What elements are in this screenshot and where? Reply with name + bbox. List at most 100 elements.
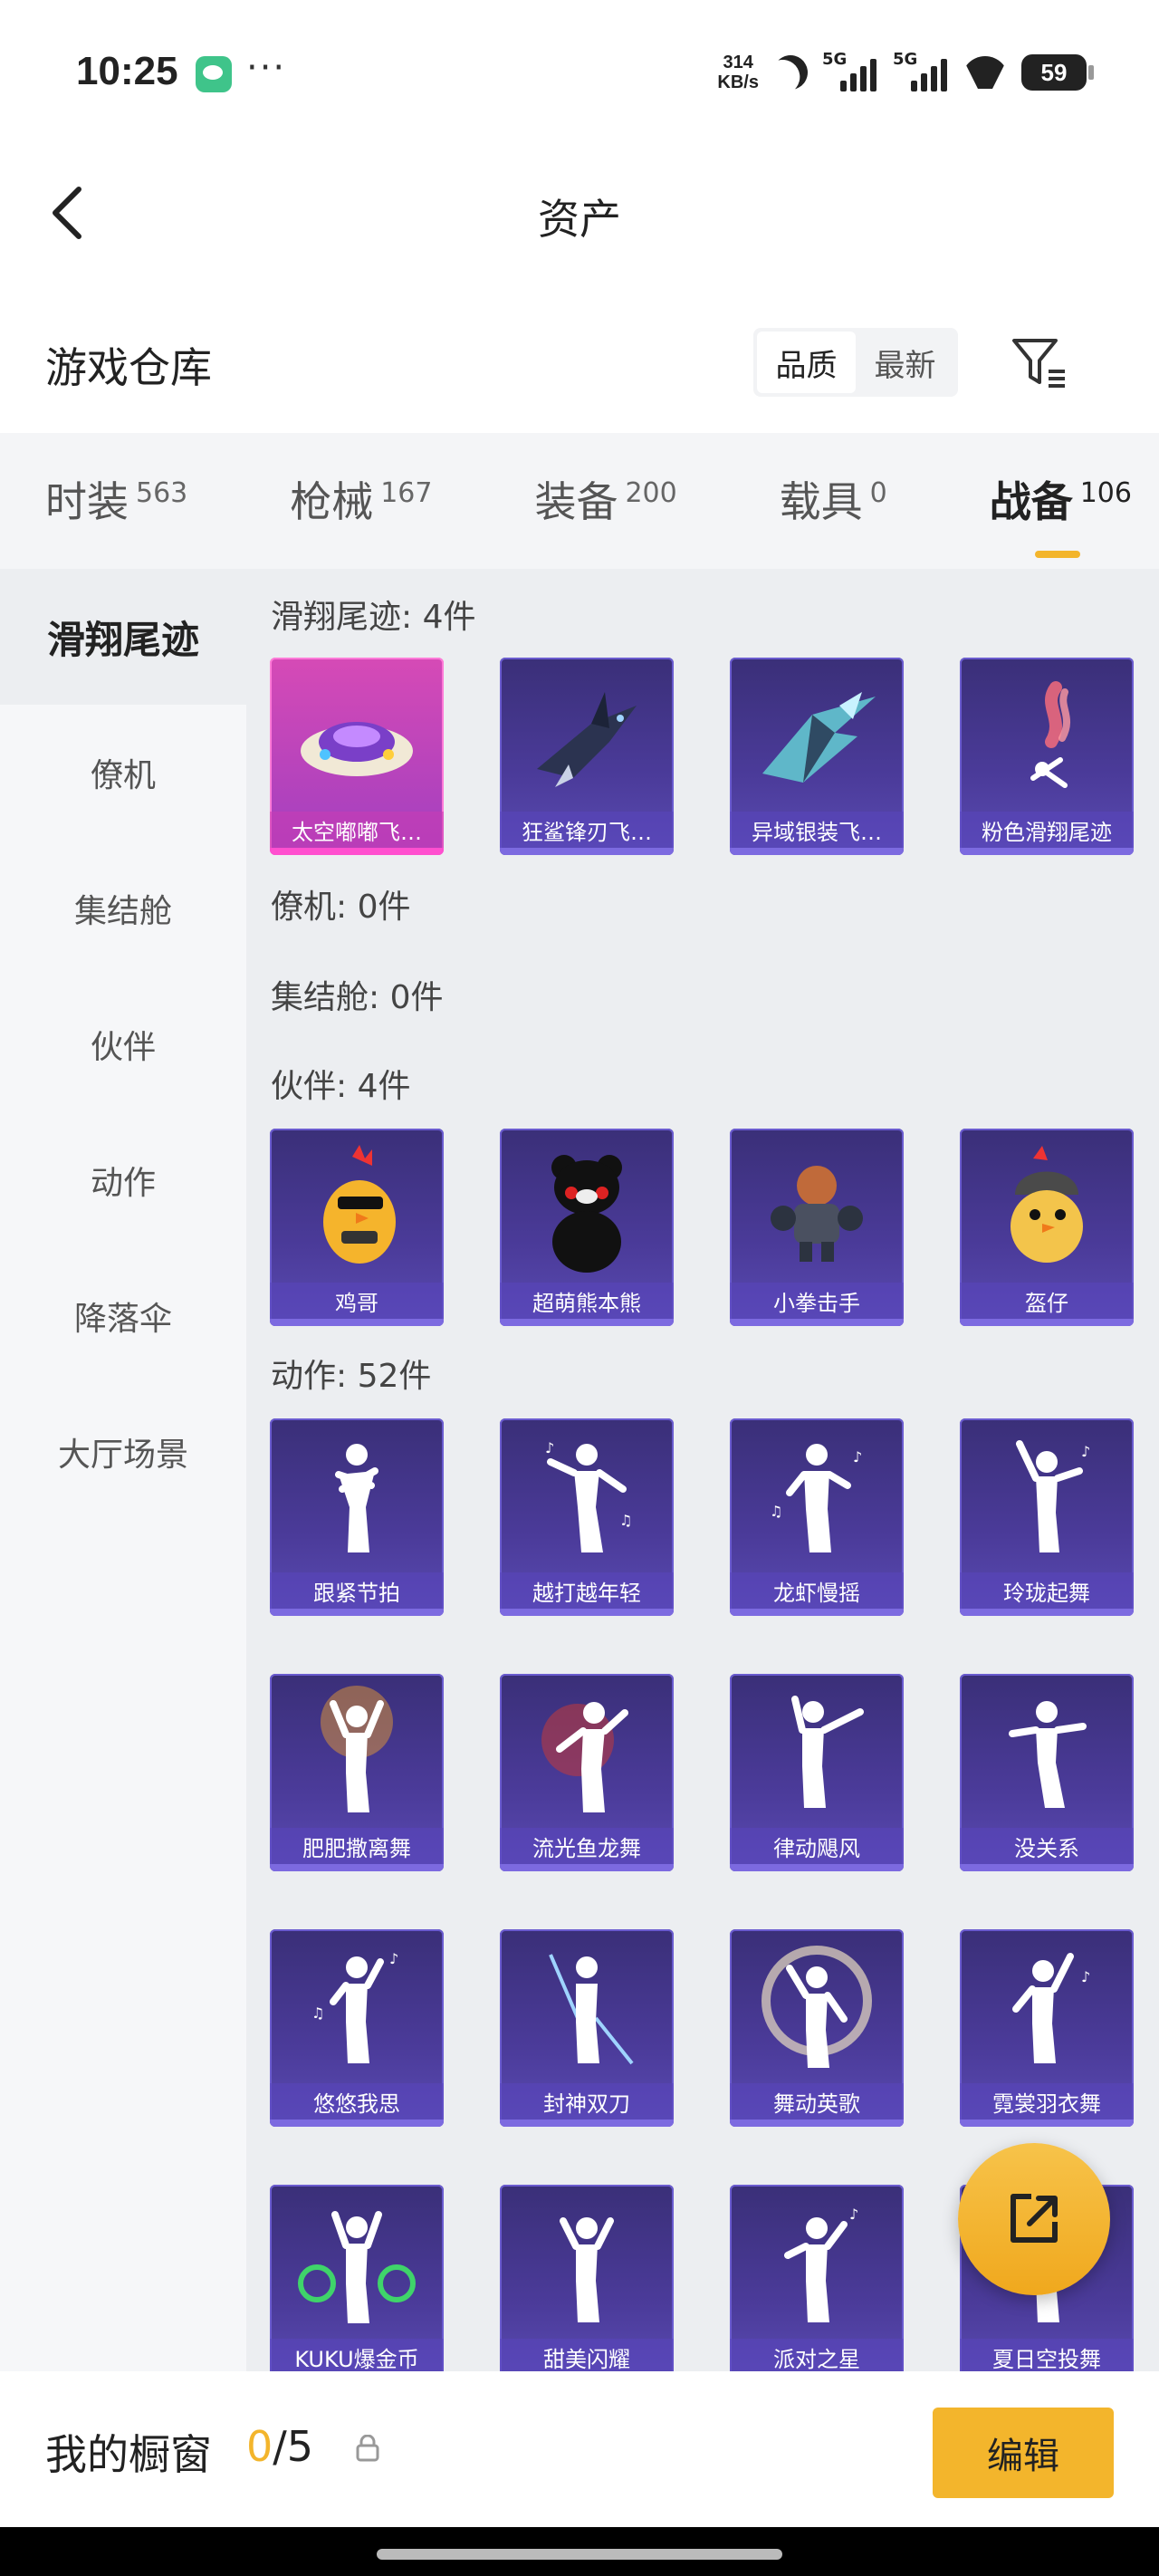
ufo-art [270,658,444,817]
chicken-art [270,1129,444,1288]
signal-icon: 5G [822,50,878,95]
section-title-emote: 动作: 52件 [271,1358,432,1395]
wechat-icon [196,56,232,92]
dancer-art [270,1418,444,1578]
dancer-art: ♪ ♫ [730,1418,904,1578]
item-card[interactable]: ♪ 霓裳羽衣舞 [960,1929,1134,2127]
tab-vehicles[interactable]: 载具 0 [780,469,887,533]
item-card[interactable]: 舞动英歌 [730,1929,904,2127]
home-indicator [0,2527,1159,2576]
svg-text:♪: ♪ [853,1448,862,1466]
dancer-art [960,1674,1134,1833]
item-card[interactable]: 盔仔 [960,1129,1134,1326]
item-card[interactable]: 没关系 [960,1674,1134,1871]
svg-text:♫: ♫ [311,2004,324,2022]
sort-toggle: 品质 最新 [753,328,958,397]
item-card[interactable]: 小拳击手 [730,1129,904,1326]
sidebar-item-glide-trail[interactable]: 滑翔尾迹 [0,569,246,705]
do-not-disturb-icon [767,49,814,96]
battery-icon: 59 [1021,54,1094,91]
item-card[interactable]: ♪ ♫ 越打越年轻 [500,1418,674,1616]
item-card[interactable]: ♪ 玲珑起舞 [960,1418,1134,1616]
showcase-bar: 我的橱窗 0/5 编辑 [0,2371,1159,2525]
silver-glider-art [730,658,904,817]
status-bar: 10:25 ··· 314 KB/s 5G 5G 59 [0,0,1159,145]
sidebar: 滑翔尾迹 僚机 集结舱 伙伴 动作 降落伞 大厅场景 [0,569,246,2371]
pink-trail-art [960,658,1134,817]
tab-fashion[interactable]: 时装 563 [45,469,187,533]
partner-grid: 鸡哥 超萌熊本熊 小拳击手 盔仔 [270,1129,1141,1326]
item-card[interactable]: KUKU爆金币 [270,2185,444,2371]
sidebar-item-emote[interactable]: 动作 [0,1112,246,1248]
dancer-art: ♪ ♫ [270,1929,444,2089]
showcase-label: 我的橱窗 [45,2430,212,2479]
dancer-art [500,2185,674,2344]
item-card[interactable]: ♪ 派对之星 [730,2185,904,2371]
item-card[interactable]: 跟紧节拍 [270,1418,444,1616]
network-speed: 314 KB/s [717,53,759,92]
svg-text:♪: ♪ [545,1439,554,1456]
item-card[interactable]: 肥肥撒离舞 [270,1674,444,1871]
sidebar-item-rally-pod[interactable]: 集结舱 [0,841,246,976]
item-card[interactable]: 狂鲨锋刃飞… [500,658,674,855]
sidebar-item-partner[interactable]: 伙伴 [0,976,246,1112]
share-icon [1011,2194,1058,2243]
active-tab-indicator [1034,551,1080,558]
shark-glider-art [500,658,674,817]
item-card[interactable]: 太空嘟嘟飞… [270,658,444,855]
bear-art [500,1129,674,1288]
section-title-glide-trail: 滑翔尾迹: 4件 [271,599,476,636]
nav-bar: 资产 [0,163,1159,263]
sidebar-item-parachute[interactable]: 降落伞 [0,1248,246,1384]
wifi-icon [963,56,1007,89]
dancer-art [270,1674,444,1833]
section-title-rally-pod: 集结舱: 0件 [271,979,444,1016]
section-title-partner: 伙伴: 4件 [271,1068,411,1105]
warehouse-title: 游戏仓库 [45,343,212,392]
item-card[interactable]: 流光鱼龙舞 [500,1674,674,1871]
item-card[interactable]: 异域银装飞… [730,658,904,855]
tab-equipment[interactable]: 装备 200 [534,469,676,533]
svg-text:♫: ♫ [619,1512,632,1529]
tab-battle-prep[interactable]: 战备 106 [990,469,1132,558]
sort-quality-button[interactable]: 品质 [757,332,856,393]
more-notifications-icon: ··· [246,47,287,89]
helmet-chick-art [960,1129,1134,1288]
dancer-art [500,1674,674,1833]
dancer-art: ♪ [730,2185,904,2344]
filter-icon[interactable] [1009,333,1068,393]
showcase-count: 0/5 [246,2422,314,2471]
item-card[interactable]: ♪ ♫ 龙虾慢摇 [730,1418,904,1616]
svg-text:♪: ♪ [849,2206,858,2223]
sidebar-item-wingman[interactable]: 僚机 [0,705,246,841]
sort-newest-button[interactable]: 最新 [856,332,954,393]
page-title: 资产 [538,195,621,244]
item-card[interactable]: ♪ ♫ 悠悠我思 [270,1929,444,2127]
signal-icon: 5G [893,50,949,95]
dancer-art [730,1674,904,1833]
item-card[interactable]: 律动飓风 [730,1674,904,1871]
lock-icon [356,2435,379,2462]
sidebar-item-lobby-scene[interactable]: 大厅场景 [0,1384,246,1520]
category-tabs: 时装 563 枪械 167 装备 200 载具 0 战备 106 [0,433,1159,569]
item-card[interactable]: 超萌熊本熊 [500,1129,674,1326]
svg-text:♫: ♫ [770,1503,782,1520]
item-content: 滑翔尾迹: 4件 太空嘟嘟飞… 狂鲨锋刃飞… 异域银装飞… 粉色滑翔尾迹 僚机:… [246,569,1159,2371]
dancer-art: ♪ [960,1929,1134,2089]
svg-text:♪: ♪ [1081,1968,1090,1985]
glide-trail-grid: 太空嘟嘟飞… 狂鲨锋刃飞… 异域银装飞… 粉色滑翔尾迹 [270,658,1141,855]
item-card[interactable]: 封神双刀 [500,1929,674,2127]
item-card[interactable]: 甜美闪耀 [500,2185,674,2371]
dancer-art [500,1929,674,2089]
warehouse-header: 游戏仓库 品质 最新 [0,317,1159,408]
edit-button[interactable]: 编辑 [933,2408,1114,2498]
share-button[interactable] [958,2143,1110,2295]
item-card[interactable]: 鸡哥 [270,1129,444,1326]
svg-text:♪: ♪ [1081,1443,1090,1460]
clock: 10:25 [76,49,178,93]
dancer-art: ♪ [960,1418,1134,1578]
svg-text:♪: ♪ [389,1950,398,1967]
item-card[interactable]: 粉色滑翔尾迹 [960,658,1134,855]
dancer-art: ♪ ♫ [500,1418,674,1578]
tab-guns[interactable]: 枪械 167 [290,469,432,533]
